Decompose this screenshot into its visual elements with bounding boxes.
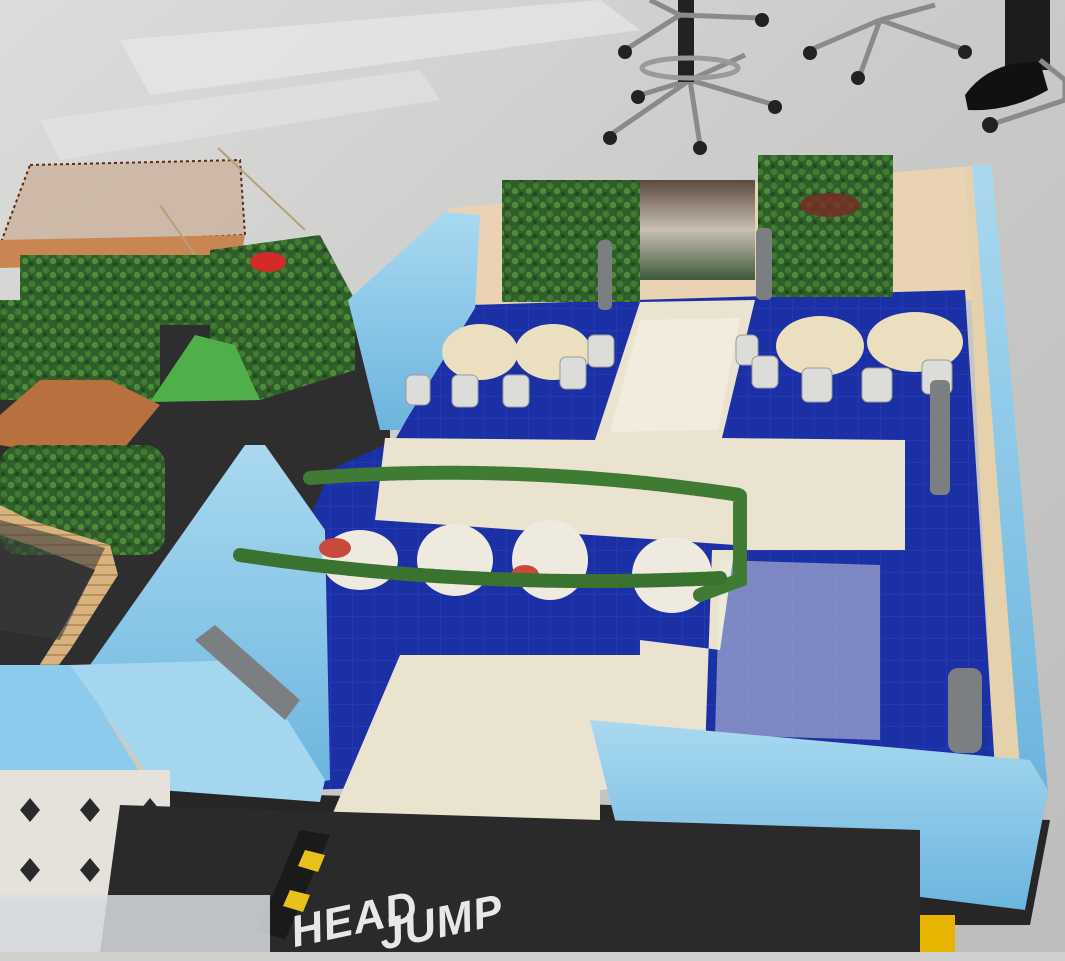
red-leaves [800,193,860,217]
hedge-wall [758,155,893,297]
yellow-block [920,915,955,952]
plastic-crate-edge [0,895,270,952]
photo-scene [0,0,1065,952]
hedge-wall [502,180,640,302]
red-flower [250,252,286,272]
waterfall-picture [640,180,755,280]
